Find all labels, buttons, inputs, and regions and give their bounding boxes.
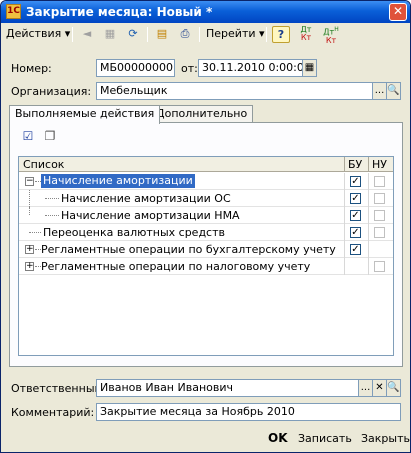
comment-field[interactable]: Закрытие месяца за Ноябрь 2010 (96, 403, 401, 421)
clear-icon[interactable]: ✕ (372, 380, 386, 396)
refresh-icon[interactable]: ⟳ (124, 26, 142, 43)
column-header-list: Список (23, 158, 65, 171)
responsible-value: Иванов Иван Иванович (100, 381, 233, 394)
actions-label: Действия (6, 27, 62, 40)
ok-button[interactable]: OK (268, 431, 288, 445)
post-document-icon[interactable]: ▤ (153, 26, 171, 43)
row-label: Начисление амортизации НМА (61, 209, 240, 222)
uncheck-all-icon[interactable]: ❐ (42, 129, 58, 145)
tab-panel: ☑ ❐ Список БУ НУ − Начисление амортизаци… (9, 122, 403, 367)
app-icon: 1С (6, 4, 21, 19)
check-all-icon[interactable]: ☑ (20, 129, 36, 145)
close-window-button[interactable]: ✕ (389, 3, 407, 21)
bu-checkbox[interactable]: ✓ (350, 227, 361, 238)
column-header-nu: НУ (372, 158, 387, 171)
table-row[interactable]: Начисление амортизации НМА ✓ (19, 207, 393, 224)
bu-checkbox[interactable]: ✓ (350, 176, 361, 187)
tab-additional[interactable]: Дополнительно (150, 105, 254, 123)
window-title: Закрытие месяца: Новый * (26, 5, 213, 19)
row-label: Регламентные операции по налоговому учет… (41, 260, 311, 273)
dt-kt-icon[interactable]: Дт Кт (297, 26, 315, 43)
row-label: Переоценка валютных средств (43, 226, 225, 239)
nu-checkbox[interactable] (374, 210, 385, 221)
date-value: 30.11.2010 0:00:00 (202, 61, 311, 74)
dt-kt-tax-icon[interactable]: ДтН Кт (322, 26, 340, 44)
expand-icon[interactable]: + (25, 262, 34, 271)
comment-label: Комментарий: (11, 406, 95, 419)
nu-checkbox[interactable] (374, 261, 385, 272)
organization-field[interactable]: Мебельщик ... 🔍 (96, 82, 401, 100)
actions-tree-table: Список БУ НУ − Начисление амортизации ✓ (18, 156, 394, 356)
column-header-bu: БУ (348, 158, 363, 171)
search-icon[interactable]: 🔍 (386, 83, 400, 99)
number-label: Номер: (11, 62, 52, 75)
bu-checkbox[interactable]: ✓ (350, 193, 361, 204)
collapse-icon[interactable]: − (25, 177, 34, 186)
table-row[interactable]: − Начисление амортизации ✓ (19, 173, 393, 190)
nu-checkbox[interactable] (374, 227, 385, 238)
chevron-down-icon: ▾ (64, 27, 71, 40)
table-row[interactable]: + Регламентные операции по бухгалтерском… (19, 241, 393, 258)
toolbar-separator (199, 27, 200, 42)
nu-checkbox[interactable] (374, 176, 385, 187)
bu-checkbox[interactable]: ✓ (350, 244, 361, 255)
toolbar-separator (72, 27, 73, 42)
table-row[interactable]: Переоценка валютных средств ✓ (19, 224, 393, 241)
table-header: Список БУ НУ (19, 157, 393, 172)
row-label: Начисление амортизации (41, 174, 195, 188)
toolbar: Действия ▾ ◄ ▦ ⟳ ▤ ⎙ Перейти ▾ ? Дт Кт Д… (4, 25, 408, 45)
bu-checkbox[interactable]: ✓ (350, 210, 361, 221)
row-label: Регламентные операции по бухгалтерскому … (41, 243, 336, 256)
responsible-label: Ответственный: (11, 382, 106, 395)
expand-icon[interactable]: + (25, 245, 34, 254)
help-icon[interactable]: ? (272, 26, 290, 43)
calendar-icon[interactable]: ▦ (302, 60, 316, 76)
title-bar[interactable]: 1С Закрытие месяца: Новый * ✕ (1, 1, 410, 23)
actions-menu-button[interactable]: Действия ▾ (6, 25, 70, 44)
bottom-bar: OK Записать Закрыть (1, 429, 410, 452)
responsible-field[interactable]: Иванов Иван Иванович ... ✕ 🔍 (96, 379, 401, 397)
search-icon[interactable]: 🔍 (386, 380, 400, 396)
row-label: Начисление амортизации ОС (61, 192, 231, 205)
close-button[interactable]: Закрыть (361, 432, 410, 445)
table-row[interactable]: + Регламентные операции по налоговому уч… (19, 258, 393, 275)
goto-menu-button[interactable]: Перейти ▾ (206, 25, 265, 44)
nu-checkbox[interactable] (374, 193, 385, 204)
organization-value: Мебельщик (100, 84, 168, 97)
document-window: 1С Закрытие месяца: Новый * ✕ Действия ▾… (0, 0, 411, 453)
date-label: от: (181, 62, 198, 75)
date-field[interactable]: 30.11.2010 0:00:00 ▦ (198, 59, 317, 77)
select-ellipsis-button[interactable]: ... (372, 83, 386, 99)
movements-icon[interactable]: ▦ (101, 26, 119, 43)
toolbar-separator (147, 27, 148, 42)
tab-actions[interactable]: Выполняемые действия (9, 105, 161, 124)
goto-label: Перейти (206, 27, 256, 40)
back-icon[interactable]: ◄ (78, 26, 96, 43)
table-row[interactable]: Начисление амортизации ОС ✓ (19, 190, 393, 207)
organization-label: Организация: (11, 85, 92, 98)
select-ellipsis-button[interactable]: ... (358, 380, 372, 396)
chevron-down-icon: ▾ (259, 27, 265, 40)
save-button[interactable]: Записать (298, 432, 352, 445)
toolbar-separator (266, 27, 267, 42)
number-field[interactable]: МБ000000001 (96, 59, 175, 77)
print-icon[interactable]: ⎙ (176, 26, 194, 43)
